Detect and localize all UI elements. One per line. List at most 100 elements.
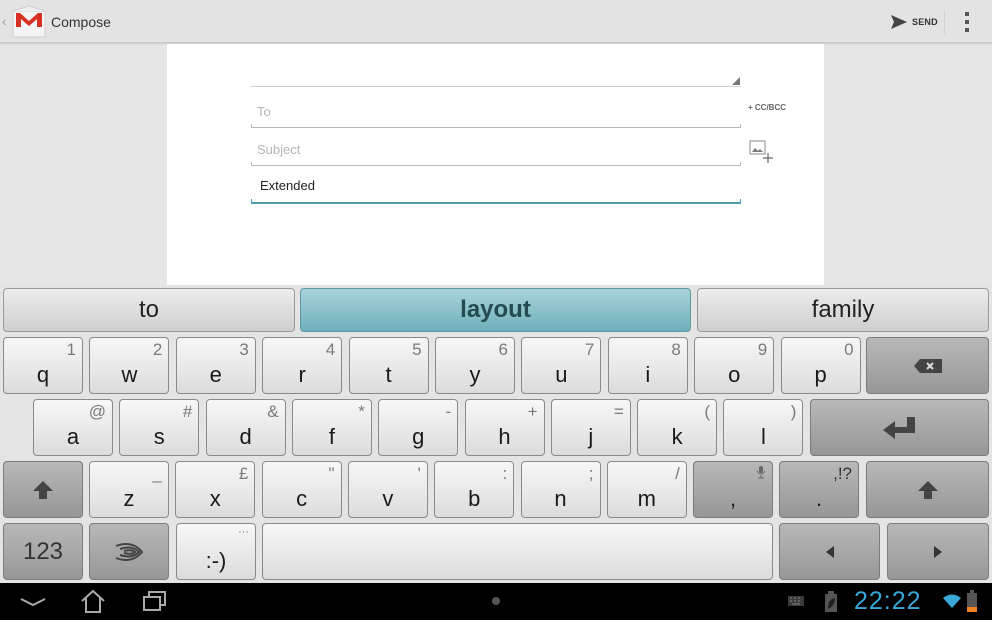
key-k[interactable]: (k <box>637 399 718 456</box>
shift-icon <box>917 480 938 499</box>
key-alt-label: ( <box>704 402 711 421</box>
key-label: o <box>728 362 741 387</box>
subject-field[interactable]: Subject <box>251 130 741 166</box>
arrow-right-icon <box>934 545 942 558</box>
wifi-icon[interactable] <box>943 594 961 608</box>
key-alt-label: 7 <box>584 340 595 359</box>
action-bar-divider <box>944 10 945 34</box>
enter-icon <box>882 416 915 439</box>
shift-key-left[interactable] <box>3 461 83 518</box>
message-body-text: Extended <box>260 178 315 193</box>
send-button[interactable]: SEND <box>890 10 938 34</box>
key-d[interactable]: & d <box>205 399 286 456</box>
key-alt-label: £ <box>238 464 249 483</box>
page-title: Compose <box>51 14 111 30</box>
key-v[interactable]: ' v <box>347 461 428 518</box>
to-field[interactable]: To <box>251 92 741 128</box>
recent-apps-icon[interactable] <box>142 589 168 613</box>
key-alt-label: " <box>328 464 335 483</box>
key-label: q <box>36 362 50 387</box>
arrow-left-icon <box>825 545 834 558</box>
key-alt-label: 9 <box>757 340 768 359</box>
backspace-key[interactable] <box>866 337 989 394</box>
clock[interactable]: 22:22 <box>854 587 922 616</box>
backspace-icon <box>913 358 942 373</box>
key-a[interactable]: @ a <box>33 399 113 456</box>
shift-icon <box>33 480 53 499</box>
key-e[interactable]: 3e <box>175 337 256 394</box>
key-h[interactable]: + h <box>464 399 545 456</box>
key-r[interactable]: 4r <box>262 337 343 394</box>
key-alt-label: = <box>613 402 624 421</box>
key-label: c <box>296 486 308 511</box>
key-j[interactable]: = j <box>550 399 631 456</box>
key-label: h <box>498 424 511 449</box>
key-x[interactable]: £ x <box>175 461 256 518</box>
message-body-field[interactable]: Extended <box>251 168 741 204</box>
from-account-spinner[interactable] <box>251 86 741 87</box>
swiftkey-settings-key[interactable] <box>89 523 169 580</box>
key-l[interactable]: ) l <box>723 399 804 456</box>
key-label: n <box>554 486 567 511</box>
numbers-key-label: 123 <box>22 537 64 565</box>
key-alt-label: : <box>502 464 508 483</box>
key-u[interactable]: 7u <box>521 337 602 394</box>
subject-placeholder: Subject <box>257 142 301 157</box>
overflow-menu-icon[interactable] <box>960 12 974 32</box>
comma-key[interactable]: , <box>693 461 773 518</box>
gmail-icon[interactable] <box>12 5 46 39</box>
key-w[interactable]: 2w <box>89 337 170 394</box>
cursor-left-key[interactable] <box>779 523 880 580</box>
space-key[interactable] <box>262 523 773 580</box>
key-g[interactable]: -g <box>378 399 459 456</box>
key-label: i <box>645 362 651 387</box>
key-f[interactable]: * f <box>291 399 372 456</box>
key-alt-label: # <box>182 402 193 421</box>
key-y[interactable]: 6y <box>435 337 515 394</box>
swiftkey-logo-icon <box>115 542 144 561</box>
battery-saver-leaf-icon[interactable] <box>824 591 838 613</box>
key-z[interactable]: _ z <box>89 461 169 518</box>
screen: ‹ Compose SEND To + CC/BCC Subject Exten… <box>0 0 992 620</box>
key-q[interactable]: 1q <box>3 337 83 394</box>
key-alt-label: ; <box>588 464 594 483</box>
key-alt-label: 3 <box>239 340 249 359</box>
key-label: l <box>760 424 766 449</box>
suggestion-1[interactable]: to <box>3 288 295 332</box>
key-label: j <box>588 424 594 449</box>
period-key[interactable]: ,!? . <box>779 461 859 518</box>
key-label: p <box>814 362 827 387</box>
key-alt-label: 1 <box>66 340 76 359</box>
suggestion-label: family <box>811 296 875 323</box>
key-n[interactable]: ; n <box>520 461 601 518</box>
send-icon <box>891 15 907 29</box>
key-alt-label: - <box>445 402 452 421</box>
enter-key[interactable] <box>810 399 989 456</box>
key-c[interactable]: " c <box>261 461 342 518</box>
key-alt-label: * <box>358 402 365 421</box>
microphone-icon <box>756 466 766 479</box>
key-m[interactable]: / m <box>606 461 687 518</box>
key-alt-label: ' <box>417 464 421 483</box>
up-navigation-icon[interactable]: ‹ <box>2 14 6 29</box>
key-o[interactable]: 9o <box>694 337 775 394</box>
suggestion-3[interactable]: family <box>697 288 989 332</box>
key-s[interactable]: # s <box>119 399 200 456</box>
emoji-key[interactable]: ··· :-) <box>176 523 256 580</box>
battery-icon[interactable] <box>967 590 977 612</box>
home-icon[interactable] <box>80 588 106 614</box>
cursor-right-key[interactable] <box>887 523 989 580</box>
key-t[interactable]: 5t <box>348 337 429 394</box>
cc-bcc-button[interactable]: + CC/BCC <box>748 103 786 112</box>
emoji-key-alt: ··· <box>238 526 249 538</box>
shift-key-right[interactable] <box>866 461 989 518</box>
key-b[interactable]: :b <box>434 461 515 518</box>
back-hide-keyboard-icon[interactable] <box>20 595 46 609</box>
key-p[interactable]: 0p <box>780 337 861 394</box>
key-alt-label: 2 <box>152 340 163 359</box>
keyboard-notification-icon[interactable] <box>788 596 804 606</box>
suggestion-2-selected[interactable]: layout <box>300 288 691 332</box>
key-i[interactable]: 8i <box>607 337 688 394</box>
numbers-key[interactable]: 123 <box>3 523 83 580</box>
attach-image-icon[interactable] <box>749 140 773 164</box>
